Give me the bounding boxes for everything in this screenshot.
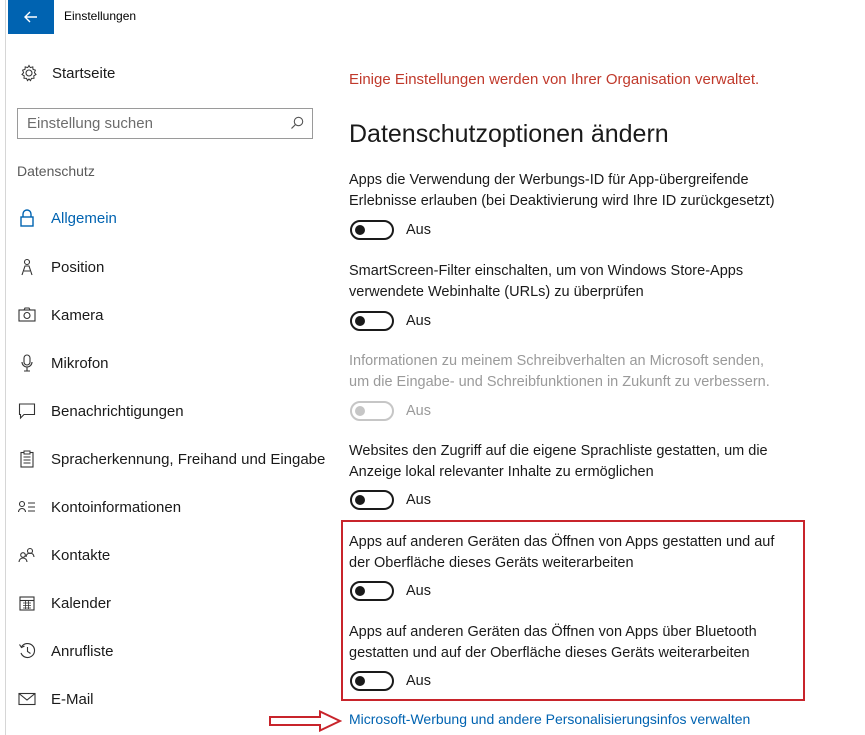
sidebar-item-kontakte[interactable]: Kontakte <box>17 543 110 567</box>
sidebar-item-anrufliste[interactable]: Anrufliste <box>17 639 114 663</box>
setting-line: Erlebnisse erlauben (bei Deaktivierung w… <box>349 193 775 209</box>
toggle-track[interactable] <box>350 220 394 240</box>
sidebar-item-spracherkennung[interactable]: Spracherkennung, Freihand und Eingabe <box>17 447 325 471</box>
setting-line: Apps die Verwendung der Werbungs-ID für … <box>349 172 749 188</box>
sidebar-section-label: Datenschutz <box>17 163 95 179</box>
organization-notice: Einige Einstellungen werden von Ihrer Or… <box>349 71 760 88</box>
setting-description: Websites den Zugriff auf die eigene Spra… <box>349 441 809 483</box>
toggle-state: Aus <box>406 403 431 419</box>
toggle-state: Aus <box>406 673 431 689</box>
sidebar-item-label: Mikrofon <box>51 354 109 372</box>
toggle-knob <box>355 586 365 596</box>
calendar-icon <box>17 593 37 613</box>
lock-icon <box>17 208 37 228</box>
setting-description: Informationen zu meinem Schreibverhalten… <box>349 351 809 393</box>
manage-ads-link[interactable]: Microsoft-Werbung und andere Personalisi… <box>349 711 750 727</box>
setting-line: um die Eingabe- und Schreibfunktionen in… <box>349 374 770 390</box>
toggle-knob <box>355 406 365 416</box>
microphone-icon <box>17 353 37 373</box>
gear-icon <box>20 64 38 82</box>
toggle-language-list[interactable]: Aus <box>350 490 431 510</box>
sidebar-item-label: Kalender <box>51 594 112 612</box>
sidebar-item-label: Benachrichtigungen <box>51 402 184 420</box>
toggle-advertising-id[interactable]: Aus <box>350 220 431 240</box>
annotation-arrow-icon <box>269 710 342 732</box>
account-info-icon <box>17 497 37 517</box>
setting-description: Apps die Verwendung der Werbungs-ID für … <box>349 170 809 212</box>
search-box[interactable] <box>17 108 313 139</box>
nav-home[interactable]: Startseite <box>20 64 115 82</box>
setting-line: Apps auf anderen Geräten das Öffnen von … <box>349 534 775 550</box>
setting-line: gestatten und auf der Oberfläche dieses … <box>349 645 750 661</box>
setting-line: der Oberfläche dieses Geräts weiterarbei… <box>349 555 634 571</box>
sidebar-item-kamera[interactable]: Kamera <box>17 303 104 327</box>
sidebar-item-label: Kontoinformationen <box>51 498 182 516</box>
toggle-track <box>350 401 394 421</box>
contacts-icon <box>17 545 37 565</box>
call-history-icon <box>17 641 37 661</box>
setting-line: Anzeige lokal relevanter Inhalte zu ermö… <box>349 464 654 480</box>
toggle-knob <box>355 495 365 505</box>
sidebar-item-allgemein[interactable]: Allgemein <box>17 206 117 230</box>
toggle-state: Aus <box>406 222 431 238</box>
setting-line: verwendete Webinhalte (URLs) zu überprüf… <box>349 284 644 300</box>
setting-line: SmartScreen-Filter einschalten, um von W… <box>349 263 744 279</box>
sidebar-item-label: E-Mail <box>51 690 94 708</box>
title-bar <box>8 0 865 34</box>
sidebar-item-position[interactable]: Position <box>17 255 104 279</box>
sidebar-item-label: Kamera <box>51 306 104 324</box>
toggle-knob <box>355 316 365 326</box>
sidebar-item-label: Spracherkennung, Freihand und Eingabe <box>51 450 326 468</box>
setting-line: Informationen zu meinem Schreibverhalten… <box>349 353 765 369</box>
toggle-open-apps-other-devices[interactable]: Aus <box>350 581 431 601</box>
sidebar-item-label: Position <box>51 258 105 276</box>
window-title: Einstellungen <box>64 9 137 23</box>
setting-line: Apps auf anderen Geräten das Öffnen von … <box>349 624 757 640</box>
nav-home-label: Startseite <box>52 64 116 82</box>
window-left-edge <box>0 0 6 735</box>
sidebar-item-label: Anrufliste <box>51 642 114 660</box>
sidebar-item-kontoinformationen[interactable]: Kontoinformationen <box>17 495 181 519</box>
toggle-typing-info: Aus <box>350 401 431 421</box>
toggle-track[interactable] <box>350 581 394 601</box>
camera-icon <box>17 305 37 325</box>
back-arrow-icon <box>24 11 37 23</box>
sidebar-item-label: Allgemein <box>51 209 117 227</box>
page-title: Datenschutzoptionen ändern <box>349 120 669 148</box>
sidebar-item-kalender[interactable]: Kalender <box>17 591 111 615</box>
toggle-knob <box>355 676 365 686</box>
person-location-icon <box>17 257 37 277</box>
search-icon[interactable] <box>290 116 304 130</box>
toggle-state: Aus <box>406 492 431 508</box>
toggle-knob <box>355 225 365 235</box>
back-button[interactable] <box>8 0 54 34</box>
toggle-state: Aus <box>406 313 431 329</box>
search-input[interactable] <box>18 109 268 138</box>
toggle-track[interactable] <box>350 671 394 691</box>
setting-line: Websites den Zugriff auf die eigene Spra… <box>349 443 768 459</box>
sidebar-item-label: Kontakte <box>51 546 111 564</box>
toggle-bluetooth-apps[interactable]: Aus <box>350 671 431 691</box>
setting-description: SmartScreen-Filter einschalten, um von W… <box>349 261 809 303</box>
toggle-state: Aus <box>406 583 431 599</box>
toggle-smartscreen[interactable]: Aus <box>350 311 431 331</box>
sidebar-item-email[interactable]: E-Mail <box>17 687 94 711</box>
notification-icon <box>17 401 37 421</box>
mail-icon <box>17 689 37 709</box>
sidebar-item-benachrichtigungen[interactable]: Benachrichtigungen <box>17 399 184 423</box>
setting-description: Apps auf anderen Geräten das Öffnen von … <box>349 622 809 664</box>
setting-description: Apps auf anderen Geräten das Öffnen von … <box>349 532 809 574</box>
sidebar-item-mikrofon[interactable]: Mikrofon <box>17 351 109 375</box>
toggle-track[interactable] <box>350 490 394 510</box>
clipboard-icon <box>17 449 37 469</box>
toggle-track[interactable] <box>350 311 394 331</box>
